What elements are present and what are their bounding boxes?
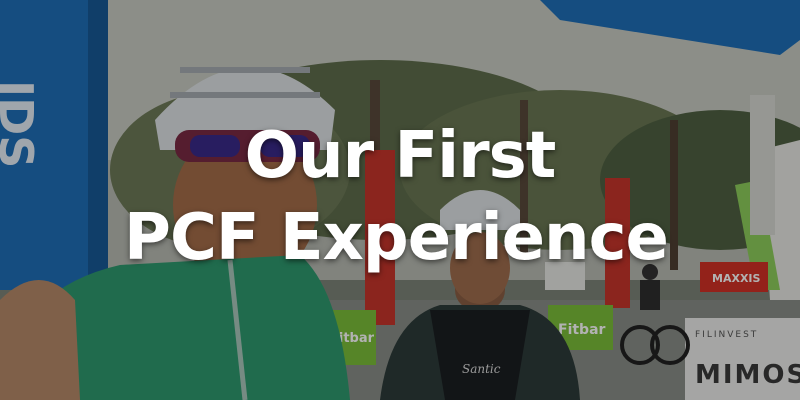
- photo-scene: IDS Fitbar Fitbar MAXXIS FILINVEST MIMOS…: [0, 0, 800, 400]
- title-line-2: PCF Experience: [124, 201, 669, 275]
- title-line-1: Our First: [244, 119, 557, 193]
